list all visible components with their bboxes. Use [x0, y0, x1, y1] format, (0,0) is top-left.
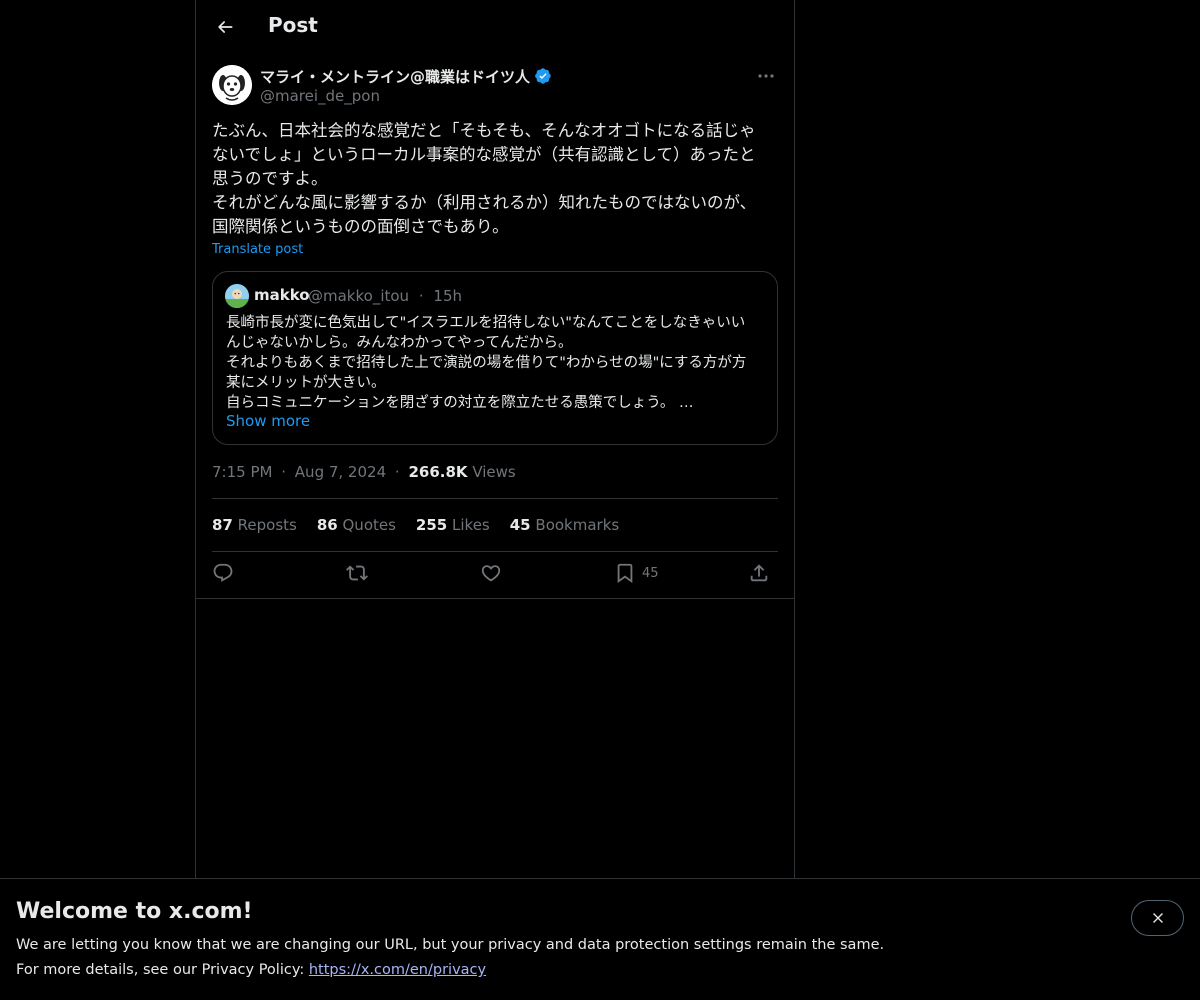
bookmark-count: 45	[642, 565, 659, 581]
post-time[interactable]: 7:15 PM	[212, 463, 272, 481]
share-icon	[750, 564, 768, 582]
more-options-button[interactable]	[754, 66, 778, 86]
quote-text-line: 長崎市長が変に色気出して"イスラエルを招待しない"なんてことをしなきゃいい	[226, 315, 746, 331]
reposts-stat[interactable]: 87 Reposts	[212, 516, 297, 534]
action-bar: 45	[212, 560, 778, 590]
bookmark-icon	[617, 563, 633, 584]
quote-text-line: それよりもあくまで招待した上で演説の場を借りて"わからせの場"にする方が方	[226, 355, 747, 371]
meta-separator: ·	[281, 463, 287, 481]
post-text-line: 国際関係というものの面倒さでもあり。	[212, 217, 509, 236]
quote-author-meta: @makko_itou · 15h	[308, 287, 462, 305]
bookmark-button[interactable]: 45	[614, 562, 659, 584]
quote-avatar-image	[225, 284, 249, 308]
post-date[interactable]: Aug 7, 2024	[295, 463, 386, 481]
back-arrow-icon	[218, 21, 233, 33]
banner-privacy-line: For more details, see our Privacy Policy…	[16, 962, 486, 978]
quote-separator: ·	[418, 287, 424, 305]
post-author: マライ・メントライン@職業はドイツ人 @marei_de_pon	[212, 64, 778, 108]
like-icon	[481, 565, 501, 582]
quote-text-line: 自らコミュニケーションを閉ざすの対立を際立たせる愚策でしょう。 …	[226, 395, 694, 411]
translate-post-link[interactable]: Translate post	[212, 242, 303, 257]
post-text-line: ないでしょ」というローカル事案的な感覚が（共有認識として）あったと	[212, 145, 756, 164]
post-text-line: 思うのですよ。	[212, 169, 328, 188]
post-meta: 7:15 PM · Aug 7, 2024 · 266.8K Views	[212, 463, 516, 481]
verified-badge-icon	[535, 68, 551, 84]
quote-author-name: makko	[254, 286, 310, 304]
likes-label: Likes	[452, 516, 490, 534]
reply-button[interactable]	[212, 562, 234, 584]
welcome-banner: Welcome to x.com! We are letting you kno…	[0, 878, 1200, 1000]
author-handle[interactable]: @marei_de_pon	[260, 87, 380, 105]
banner-privacy-prefix: For more details, see our Privacy Policy…	[16, 962, 309, 978]
likes-count: 255	[415, 516, 448, 534]
bookmarks-count: 45	[509, 516, 531, 534]
post-header: Post	[196, 0, 794, 53]
author-name-text: マライ・メントライン@職業はドイツ人	[260, 68, 531, 86]
quotes-count: 86	[316, 516, 338, 534]
privacy-policy-link[interactable]: https://x.com/en/privacy	[309, 962, 486, 978]
quote-time: 15h	[433, 287, 462, 305]
repost-icon	[346, 565, 368, 581]
reposts-label: Reposts	[237, 516, 297, 534]
like-button[interactable]	[480, 562, 502, 584]
show-more-link[interactable]: Show more	[226, 412, 310, 430]
views-label: Views	[472, 463, 516, 481]
quotes-stat[interactable]: 86 Quotes	[317, 516, 396, 534]
meta-separator: ·	[394, 463, 400, 481]
more-icon	[758, 74, 774, 78]
banner-message: We are letting you know that we are chan…	[16, 937, 885, 953]
page-title: Post	[268, 13, 318, 37]
quotes-label: Quotes	[342, 516, 396, 534]
repost-button[interactable]	[346, 562, 368, 584]
reply-icon	[213, 563, 233, 582]
quote-avatar	[225, 284, 249, 308]
banner-title: Welcome to x.com!	[16, 899, 253, 924]
post-text-line: それがどんな風に影響するか（利用されるか）知れたものではないのが、	[212, 193, 757, 212]
reposts-count: 87	[212, 516, 233, 534]
quote-text: 長崎市長が変に色気出して"イスラエルを招待しない"なんてことをしなきゃいい んじ…	[226, 313, 770, 413]
post-text: たぶん、日本社会的な感覚だと「そもそも、そんなオオゴトになる話じゃ ないでしょ」…	[212, 119, 778, 239]
post-stats: 87 Reposts 86 Quotes 255 Likes 45 Bookma…	[212, 516, 619, 534]
quote-text-line: んじゃないかしら。みんなわかってやってんだから。	[226, 335, 573, 351]
divider	[196, 598, 794, 599]
main-column: Post マライ・メントライン@職業はドイツ人 @marei_de_pon たぶ…	[195, 0, 795, 878]
views-count: 266.8K	[408, 463, 468, 481]
post-text-line: たぶん、日本社会的な感覚だと「そもそも、そんなオオゴトになる話じゃ	[212, 121, 756, 140]
quote-author-handle: @makko_itou	[308, 287, 410, 305]
divider	[212, 551, 778, 552]
back-button[interactable]	[208, 10, 242, 44]
avatar[interactable]	[212, 65, 252, 105]
bookmarks-stat[interactable]: 45 Bookmarks	[510, 516, 619, 534]
close-icon	[1152, 913, 1163, 923]
share-button[interactable]	[748, 562, 770, 584]
avatar-dog-icon	[212, 65, 252, 105]
quoted-post[interactable]: makko @makko_itou · 15h 長崎市長が変に色気出して"イスラ…	[212, 271, 778, 445]
likes-stat[interactable]: 255 Likes	[416, 516, 490, 534]
divider	[212, 498, 778, 499]
author-name[interactable]: マライ・メントライン@職業はドイツ人	[260, 66, 552, 87]
close-banner-button[interactable]	[1131, 900, 1184, 936]
bookmarks-label: Bookmarks	[535, 516, 620, 534]
quote-text-line: 某にメリットが大きい。	[226, 375, 386, 391]
